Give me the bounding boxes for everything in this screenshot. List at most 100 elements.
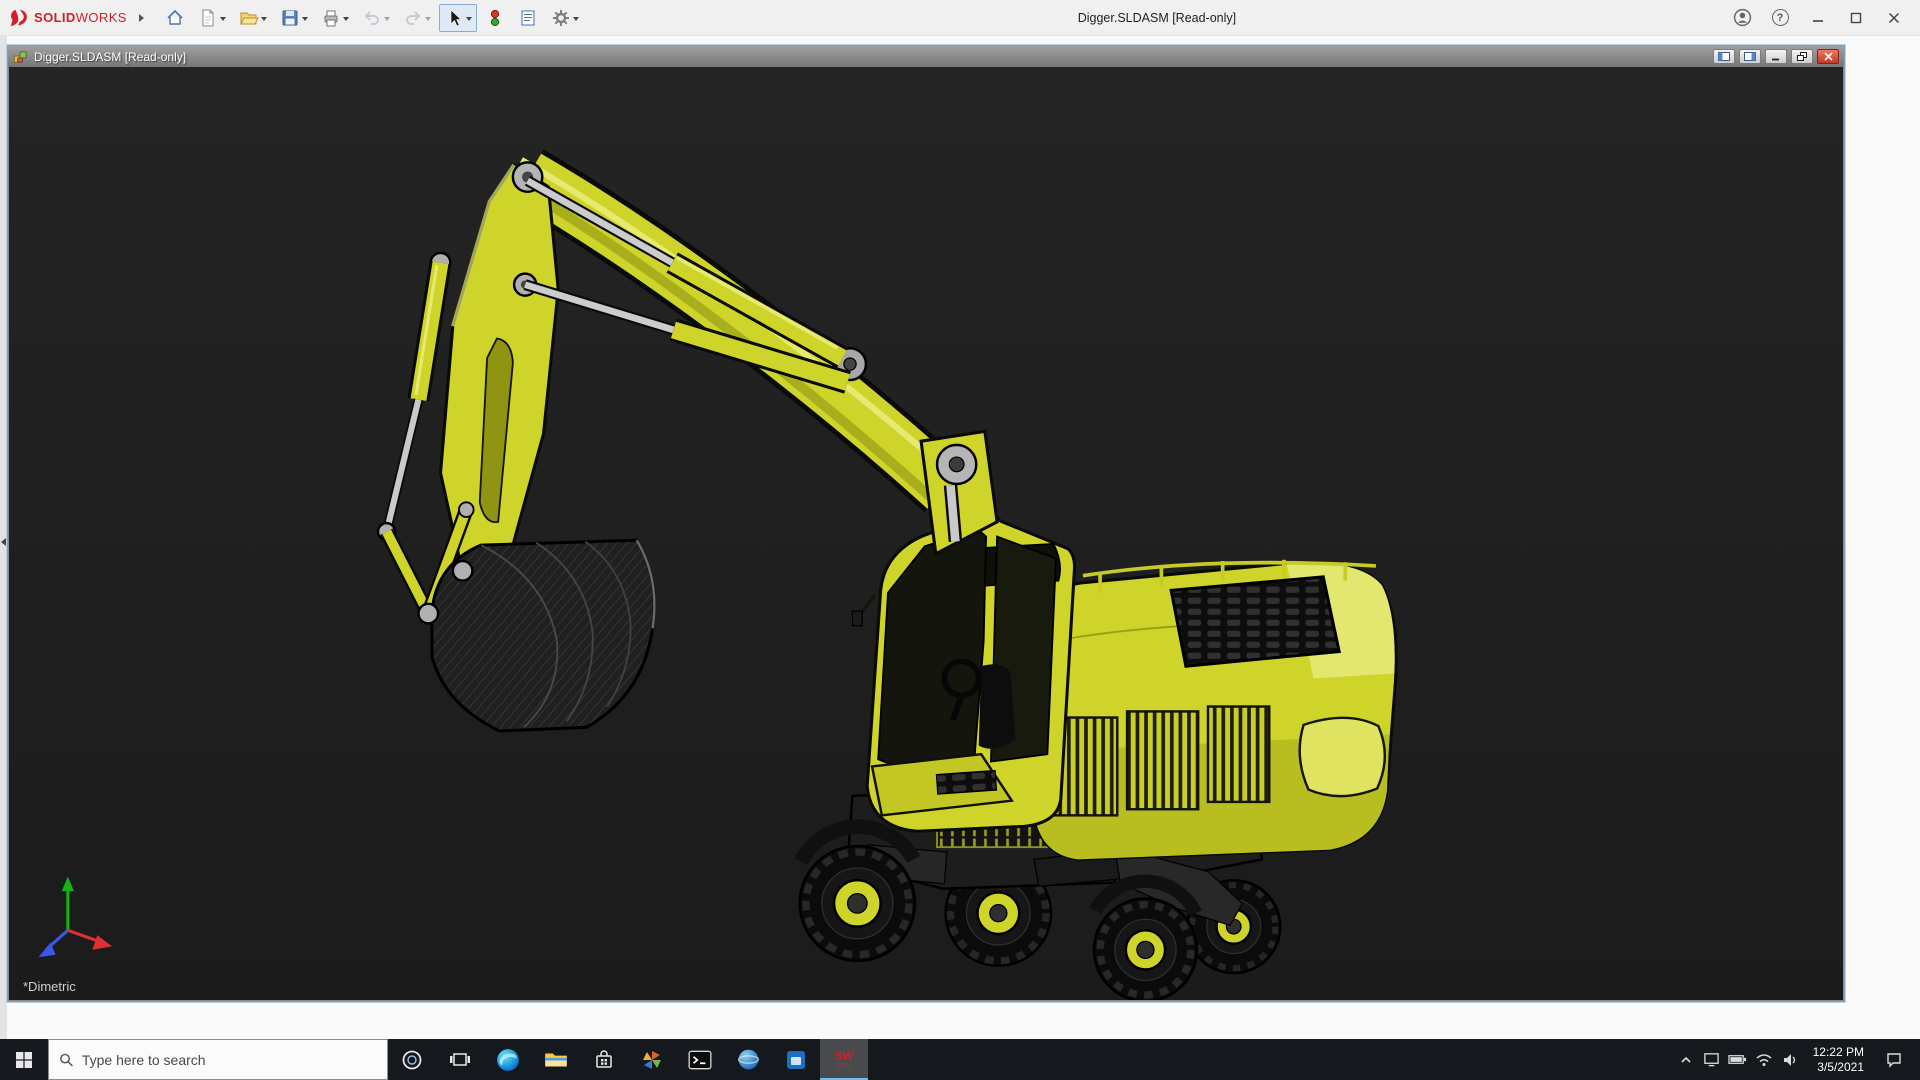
- windows-taskbar: SW 2021 12:22 PM 3/5/2021: [0, 1039, 1920, 1080]
- pane-right-button[interactable]: [1739, 49, 1761, 64]
- doc-restore-icon: [1797, 52, 1808, 62]
- redo-button[interactable]: [398, 4, 436, 32]
- dropdown-caret[interactable]: [425, 17, 431, 21]
- collapse-arrow-icon: [1, 538, 6, 546]
- view-orientation-label: *Dimetric: [23, 979, 76, 994]
- print-button[interactable]: [316, 4, 354, 32]
- start-button[interactable]: [0, 1039, 48, 1080]
- tray-battery-button[interactable]: [1725, 1050, 1751, 1069]
- solidworks-app-icon: SW 2021: [834, 1050, 853, 1070]
- dropdown-caret[interactable]: [384, 17, 390, 21]
- tray-network-button[interactable]: [1751, 1051, 1777, 1069]
- tray-display-button[interactable]: [1699, 1051, 1725, 1068]
- solidworks-app-window: SOLIDWORKS: [0, 0, 1920, 1080]
- dropdown-caret[interactable]: [261, 17, 267, 21]
- brand-text-bold: SOLID: [34, 10, 76, 25]
- rebuild-button[interactable]: [480, 4, 510, 32]
- store-icon: [592, 1048, 616, 1072]
- cortana-button[interactable]: [388, 1039, 436, 1080]
- doc-minimize-button[interactable]: [1765, 49, 1787, 64]
- search-icon: [59, 1052, 74, 1068]
- dropdown-caret[interactable]: [466, 17, 472, 21]
- redo-icon: [403, 8, 423, 28]
- assembly-document-icon: [13, 49, 28, 64]
- document-window: Digger.SLDASM [Read-only]: [7, 45, 1845, 1002]
- engine-grille: [1171, 577, 1339, 666]
- close-button[interactable]: [1882, 6, 1906, 30]
- new-document-button[interactable]: [193, 4, 231, 32]
- workspace: Digger.SLDASM [Read-only]: [0, 36, 1920, 1039]
- file-properties-button[interactable]: [513, 4, 543, 32]
- clock-date: 3/5/2021: [1817, 1060, 1864, 1075]
- sphere-app-button[interactable]: [724, 1039, 772, 1080]
- terminal-icon: [687, 1047, 713, 1073]
- save-button[interactable]: [275, 4, 313, 32]
- file-explorer-icon: [543, 1047, 569, 1073]
- ds-logo-mark: [8, 7, 30, 29]
- maximize-icon: [1850, 12, 1862, 24]
- dropdown-caret[interactable]: [343, 17, 349, 21]
- wheel-rear-left[interactable]: [1094, 899, 1197, 1000]
- open-button[interactable]: [234, 4, 272, 32]
- system-tray: 12:22 PM 3/5/2021: [1673, 1039, 1920, 1080]
- home-button[interactable]: [160, 4, 190, 32]
- sphere-app-icon: [736, 1047, 761, 1072]
- new-document-icon: [198, 8, 218, 28]
- undo-button[interactable]: [357, 4, 395, 32]
- terminal-button[interactable]: [676, 1039, 724, 1080]
- taskbar-search[interactable]: [48, 1039, 388, 1080]
- pinwheel-app-button[interactable]: [628, 1039, 676, 1080]
- minimize-button[interactable]: [1806, 6, 1830, 30]
- options-gear-icon: [551, 8, 571, 28]
- home-icon: [165, 8, 185, 28]
- window-title: Digger.SLDASM [Read-only]: [584, 11, 1730, 25]
- rebuild-icon: [485, 8, 505, 28]
- blue-app-button[interactable]: [772, 1039, 820, 1080]
- graphics-viewport[interactable]: *Dimetric: [9, 67, 1843, 1000]
- task-view-button[interactable]: [436, 1039, 484, 1080]
- print-icon: [321, 8, 341, 28]
- menu-flyout-arrow[interactable]: [139, 14, 144, 22]
- dropdown-caret[interactable]: [302, 17, 308, 21]
- blue-app-icon: [784, 1048, 808, 1072]
- volume-icon: [1781, 1051, 1799, 1069]
- close-icon: [1888, 12, 1900, 24]
- account-icon: [1733, 8, 1752, 27]
- doc-restore-button[interactable]: [1791, 49, 1813, 64]
- collapsed-panel-strip[interactable]: [0, 36, 7, 1039]
- hidden-icons-button[interactable]: [1673, 1053, 1699, 1067]
- document-window-controls: [1713, 49, 1839, 64]
- doc-minimize-icon: [1771, 52, 1781, 61]
- account-button[interactable]: [1730, 6, 1754, 30]
- maximize-button[interactable]: [1844, 6, 1868, 30]
- solidworks-logo: SOLIDWORKS: [8, 7, 127, 29]
- file-properties-icon: [518, 8, 538, 28]
- battery-icon: [1728, 1050, 1747, 1069]
- brand-text-light: WORKS: [76, 10, 127, 25]
- pane-left-button[interactable]: [1713, 49, 1735, 64]
- document-titlebar[interactable]: Digger.SLDASM [Read-only]: [8, 46, 1844, 67]
- windows-logo-icon: [15, 1051, 33, 1069]
- doc-close-icon: [1824, 52, 1833, 61]
- pane-right-icon: [1744, 52, 1756, 61]
- search-input[interactable]: [82, 1052, 377, 1068]
- store-button[interactable]: [580, 1039, 628, 1080]
- dropdown-caret[interactable]: [573, 17, 579, 21]
- doc-close-button[interactable]: [1817, 49, 1839, 64]
- tray-volume-button[interactable]: [1777, 1051, 1803, 1069]
- help-icon: ?: [1772, 9, 1789, 26]
- dropdown-caret[interactable]: [220, 17, 226, 21]
- help-button[interactable]: ?: [1768, 6, 1792, 30]
- app-titlebar: SOLIDWORKS: [0, 0, 1920, 36]
- body-housing[interactable]: [1031, 560, 1396, 860]
- excavator-model[interactable]: [9, 67, 1843, 1000]
- select-tool-button[interactable]: [439, 4, 477, 32]
- options-button[interactable]: [546, 4, 584, 32]
- solidworks-taskbar-button[interactable]: SW 2021: [820, 1039, 868, 1080]
- taskbar-clock[interactable]: 12:22 PM 3/5/2021: [1803, 1045, 1874, 1075]
- file-explorer-button[interactable]: [532, 1039, 580, 1080]
- edge-button[interactable]: [484, 1039, 532, 1080]
- action-center-button[interactable]: [1874, 1051, 1914, 1069]
- mirror: [852, 611, 862, 626]
- wheel-front-left[interactable]: [800, 846, 915, 961]
